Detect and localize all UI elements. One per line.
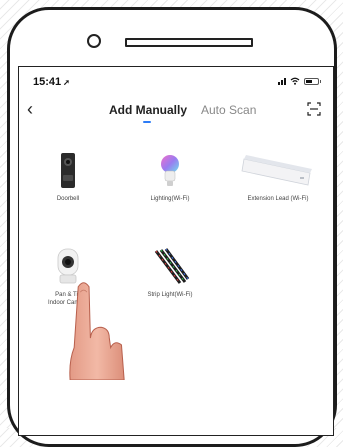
- battery-icon: [304, 77, 321, 85]
- scan-icon[interactable]: [307, 102, 321, 116]
- back-icon[interactable]: ‹: [27, 99, 33, 119]
- device-doorbell[interactable]: Doorbell: [25, 151, 111, 203]
- nav-bar: ‹ Add Manually Auto Scan: [19, 95, 333, 131]
- location-icon: ➚: [63, 78, 70, 87]
- device-label: Doorbell: [56, 196, 80, 202]
- strip-light-icon: [154, 248, 190, 284]
- pointing-hand-icon: [69, 282, 125, 380]
- app-screen: 15:41 ➚ ‹ Add Manually Auto Scan Doorbel…: [18, 66, 334, 436]
- wifi-icon: [290, 77, 300, 85]
- device-extension-lead[interactable]: Extension Lead (Wi-Fi): [229, 151, 327, 203]
- doorbell-icon: [61, 153, 75, 188]
- active-tab-indicator: [143, 121, 151, 123]
- extension-lead-icon: [241, 155, 312, 186]
- bulb-icon: [161, 155, 179, 186]
- tab-auto-scan[interactable]: Auto Scan: [201, 103, 256, 117]
- device-lighting[interactable]: Lighting(Wi-Fi): [127, 151, 213, 203]
- tab-add-manually[interactable]: Add Manually: [109, 103, 187, 117]
- status-time: 15:41 ➚: [33, 76, 70, 88]
- status-bar: 15:41 ➚: [19, 67, 333, 95]
- status-icons: [278, 77, 321, 85]
- signal-icon: [278, 77, 286, 85]
- front-camera: [87, 34, 101, 48]
- earpiece-speaker: [125, 38, 253, 47]
- device-label: Lighting(Wi-Fi): [150, 196, 190, 202]
- device-label: Extension Lead (Wi-Fi): [247, 196, 309, 202]
